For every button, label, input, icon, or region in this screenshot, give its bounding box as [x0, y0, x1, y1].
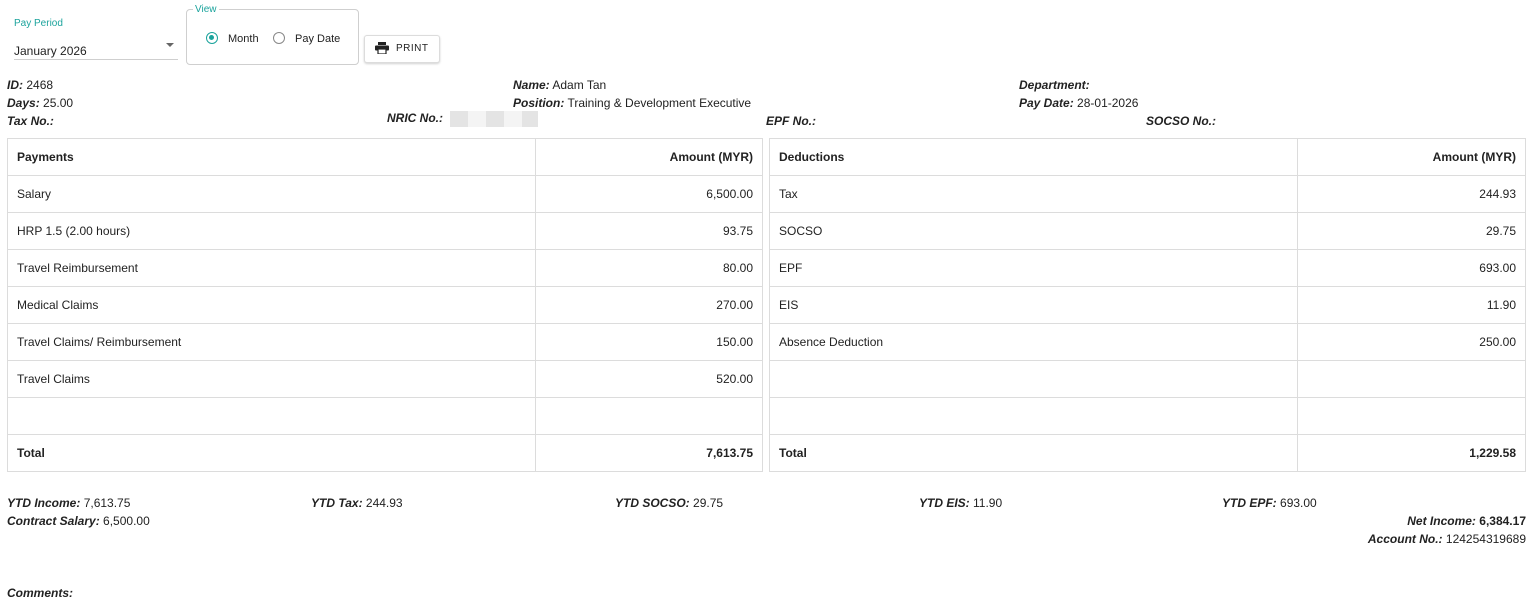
employee-socso-no: SOCSO No.:: [1146, 114, 1217, 128]
table-row: [6, 397, 763, 435]
pay-period-label: Pay Period: [14, 18, 63, 29]
deductions-header: Deductions: [768, 138, 1299, 176]
employee-pay-date: Pay Date: 28-01-2026: [1019, 96, 1139, 110]
table-row: Salary 6,500.00: [6, 175, 763, 213]
ytd-epf: YTD EPF: 693.00: [1222, 496, 1317, 510]
payments-total: 7,613.75: [535, 434, 763, 472]
table-row: Absence Deduction 250.00: [768, 323, 1526, 361]
print-button[interactable]: PRINT: [364, 35, 440, 63]
amount-header: Amount (MYR): [535, 138, 763, 176]
ytd-eis: YTD EIS: 11.90: [919, 496, 1003, 510]
radio-pay-date[interactable]: [273, 32, 285, 44]
table-row: Tax 244.93: [768, 175, 1526, 213]
table-row: Travel Claims 520.00: [6, 360, 763, 398]
table-row: [768, 360, 1526, 398]
table-row: [768, 397, 1526, 435]
total-row: Total 7,613.75: [6, 434, 763, 472]
table-header-row: Deductions Amount (MYR): [768, 138, 1526, 176]
chevron-down-icon: [166, 43, 174, 47]
payments-total-label: Total: [6, 434, 537, 472]
ytd-socso: YTD SOCSO: 29.75: [615, 496, 724, 510]
table-row: Medical Claims 270.00: [6, 286, 763, 324]
nric-masked-value: [450, 111, 539, 127]
table-header-row: Payments Amount (MYR): [6, 138, 763, 176]
radio-month-label[interactable]: Month: [228, 33, 259, 45]
deductions-total-label: Total: [768, 434, 1299, 472]
ytd-income: YTD Income: 7,613.75: [7, 496, 131, 510]
table-row: HRP 1.5 (2.00 hours) 93.75: [6, 212, 763, 250]
total-row: Total 1,229.58: [768, 434, 1526, 472]
payments-header: Payments: [6, 138, 537, 176]
table-row: SOCSO 29.75: [768, 212, 1526, 250]
radio-month[interactable]: [206, 32, 218, 44]
employee-days: Days: 25.00: [7, 96, 74, 110]
table-row: Travel Reimbursement 80.00: [6, 249, 763, 287]
pay-period-value: January 2026: [14, 44, 87, 58]
employee-position: Position: Training & Development Executi…: [513, 96, 752, 110]
pay-period-select[interactable]: January 2026: [14, 39, 178, 60]
employee-id: ID: 2468: [7, 78, 54, 92]
table-row: EPF 693.00: [768, 249, 1526, 287]
employee-name: Name: Adam Tan: [513, 78, 607, 92]
employee-epf-no: EPF No.:: [766, 114, 816, 128]
deductions-table: Deductions Amount (MYR) Tax 244.93 SOCSO 2…: [768, 138, 1526, 472]
employee-tax-no: Tax No.:: [7, 114, 54, 128]
deductions-total: 1,229.58: [1297, 434, 1526, 472]
view-legend: View: [193, 4, 219, 15]
print-button-label: PRINT: [396, 43, 429, 54]
table-row: EIS 11.90: [768, 286, 1526, 324]
ytd-tax: YTD Tax: 244.93: [311, 496, 403, 510]
contract-salary: Contract Salary: 6,500.00: [7, 514, 150, 528]
amount-header: Amount (MYR): [1297, 138, 1526, 176]
table-row: Travel Claims/ Reimbursement 150.00: [6, 323, 763, 361]
radio-pay-date-label[interactable]: Pay Date: [295, 33, 340, 45]
printer-icon: [375, 42, 389, 54]
comments-label: Comments:: [7, 586, 74, 600]
employee-department: Department:: [1019, 78, 1090, 92]
account-no: Account No.: 124254319689: [1367, 532, 1526, 546]
employee-nric: NRIC No.:: [387, 111, 539, 127]
payments-table: Payments Amount (MYR) Salary 6,500.00 HRP…: [6, 138, 763, 472]
net-income: Net Income: 6,384.17: [1407, 514, 1526, 528]
